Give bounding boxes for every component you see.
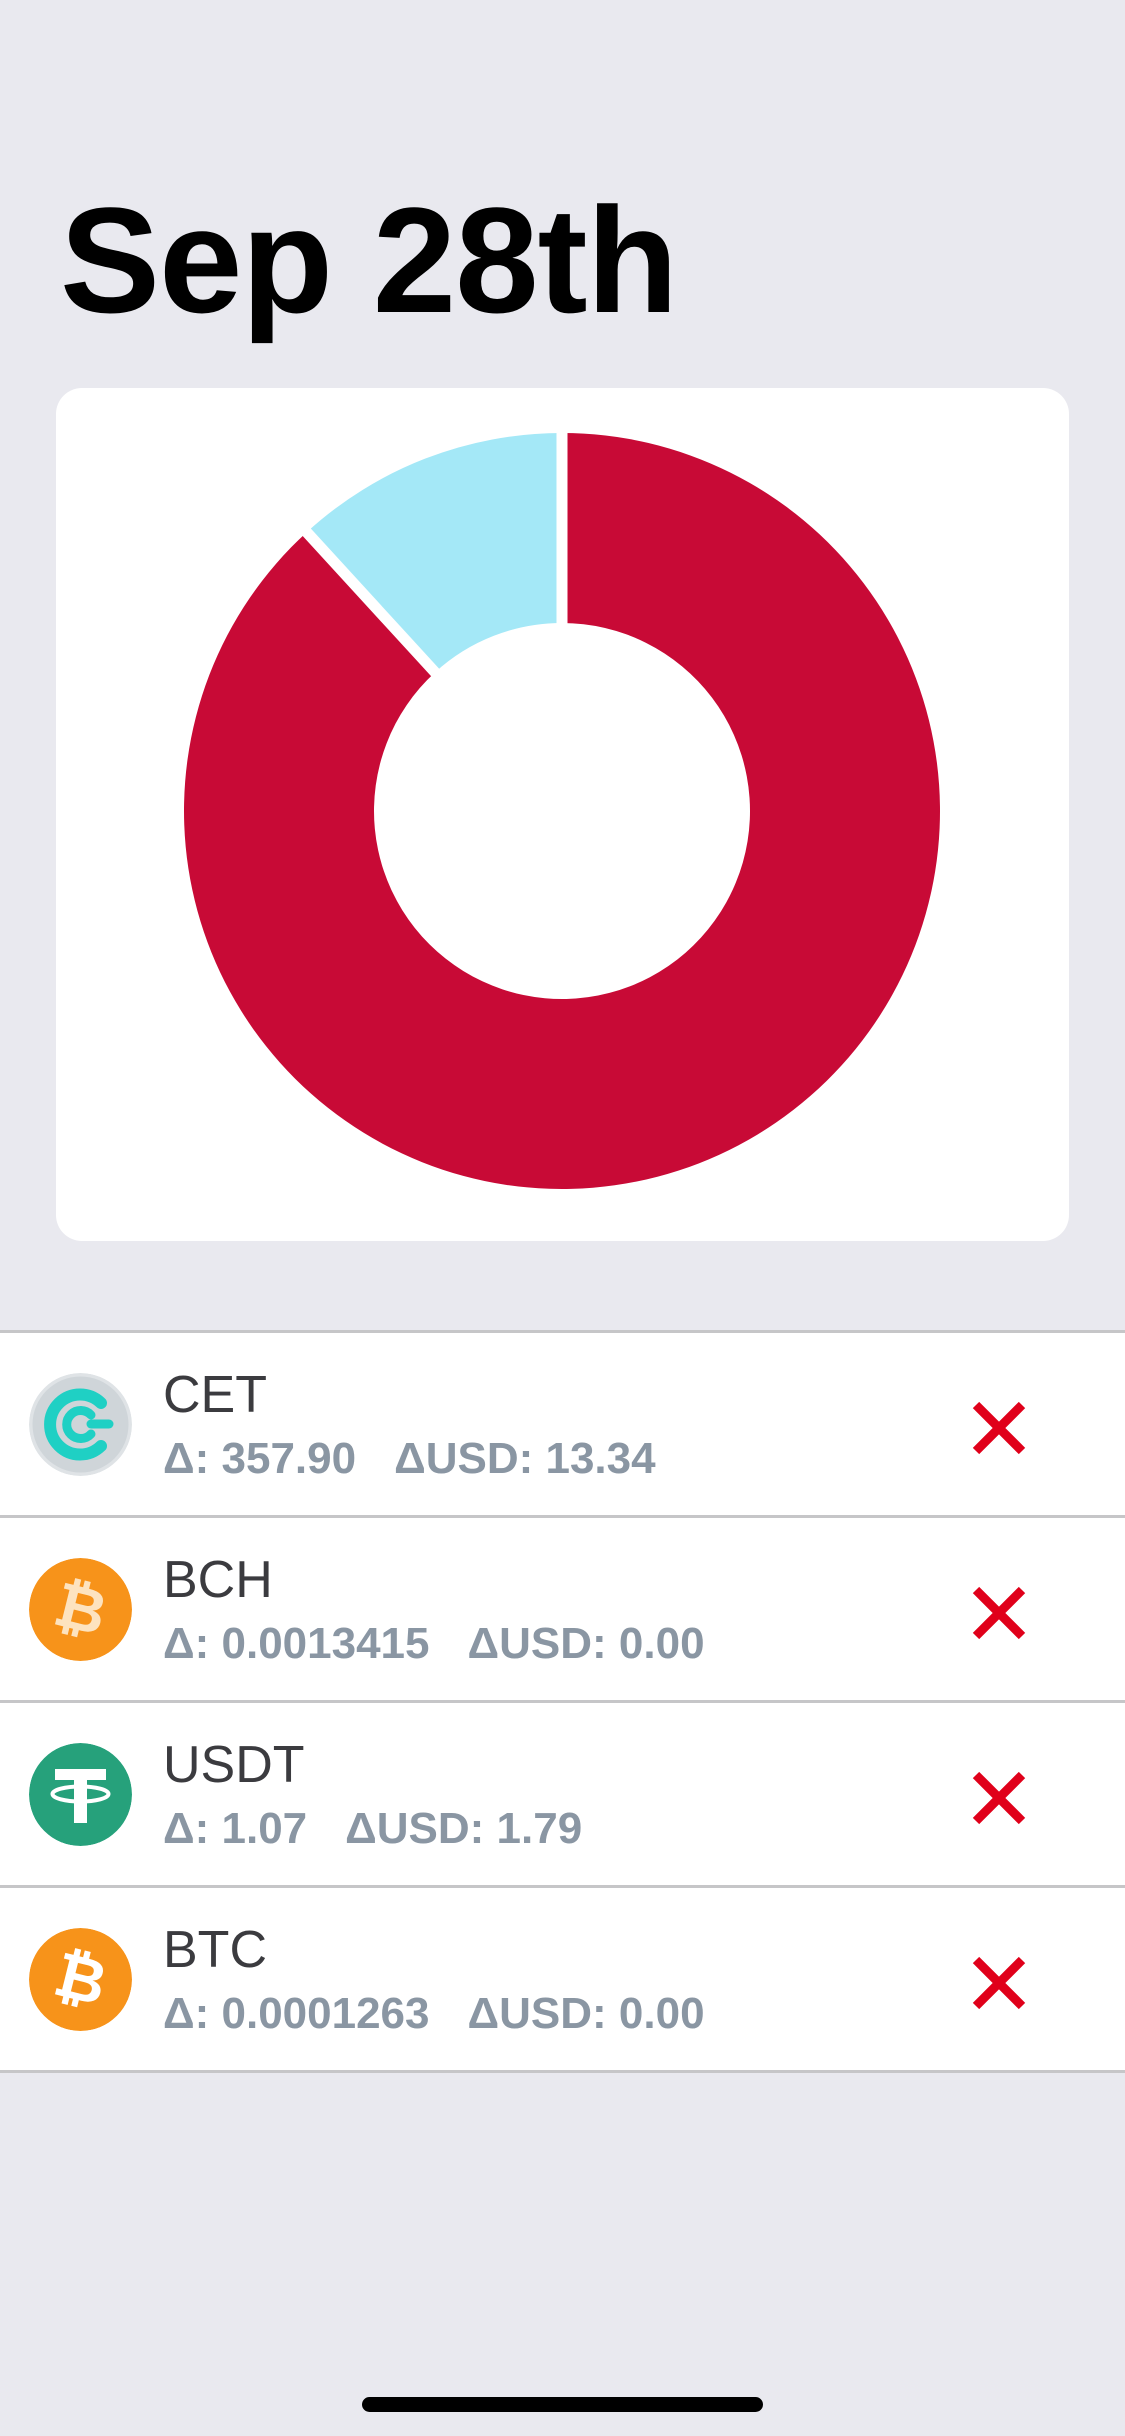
remove-asset-button[interactable] xyxy=(964,1578,1034,1648)
asset-delta-usd: ΔUSD: 1.79 xyxy=(345,1804,583,1853)
allocation-chart-card xyxy=(56,388,1069,1241)
asset-delta-line: Δ: 357.90 ΔUSD: 13.34 xyxy=(163,1433,656,1485)
asset-row-usdt[interactable]: USDT Δ: 1.07 ΔUSD: 1.79 xyxy=(0,1703,1125,1888)
close-icon xyxy=(972,1586,1026,1640)
bitcoin-icon: ₿ xyxy=(29,1928,132,2031)
bitcoin-cash-icon: ₿ xyxy=(29,1558,132,1661)
asset-symbol: BTC xyxy=(163,1921,267,1979)
close-icon xyxy=(972,1956,1026,2010)
close-icon xyxy=(972,1401,1026,1455)
asset-symbol: BCH xyxy=(163,1551,273,1609)
asset-row-bch[interactable]: ₿ BCH Δ: 0.0013415 ΔUSD: 0.00 xyxy=(0,1518,1125,1703)
asset-delta-usd: ΔUSD: 13.34 xyxy=(394,1434,656,1483)
asset-delta-line: Δ: 1.07 ΔUSD: 1.79 xyxy=(163,1803,582,1855)
asset-delta-line: Δ: 0.0013415 ΔUSD: 0.00 xyxy=(163,1618,705,1670)
tether-icon xyxy=(29,1743,132,1846)
asset-delta-amount: Δ: 0.0001263 xyxy=(163,1989,430,2038)
asset-symbol: CET xyxy=(163,1366,267,1424)
asset-delta-usd: ΔUSD: 0.00 xyxy=(467,1619,705,1668)
coinex-icon xyxy=(29,1373,132,1476)
page-title: Sep 28th xyxy=(60,176,678,344)
asset-delta-usd: ΔUSD: 0.00 xyxy=(467,1989,705,2038)
remove-asset-button[interactable] xyxy=(964,1393,1034,1463)
asset-delta-line: Δ: 0.0001263 ΔUSD: 0.00 xyxy=(163,1988,705,2040)
remove-asset-button[interactable] xyxy=(964,1948,1034,2018)
asset-row-cet[interactable]: CET Δ: 357.90 ΔUSD: 13.34 xyxy=(0,1333,1125,1518)
asset-symbol: USDT xyxy=(163,1736,305,1794)
close-icon xyxy=(972,1771,1026,1825)
asset-list: CET Δ: 357.90 ΔUSD: 13.34 ₿ BCH Δ: 0.0013… xyxy=(0,1330,1125,2073)
asset-delta-amount: Δ: 1.07 xyxy=(163,1804,308,1853)
asset-row-btc[interactable]: ₿ BTC Δ: 0.0001263 ΔUSD: 0.00 xyxy=(0,1888,1125,2073)
asset-delta-amount: Δ: 0.0013415 xyxy=(163,1619,430,1668)
asset-delta-amount: Δ: 357.90 xyxy=(163,1434,357,1483)
allocation-donut-chart xyxy=(183,431,941,1189)
home-indicator xyxy=(362,2397,763,2412)
remove-asset-button[interactable] xyxy=(964,1763,1034,1833)
